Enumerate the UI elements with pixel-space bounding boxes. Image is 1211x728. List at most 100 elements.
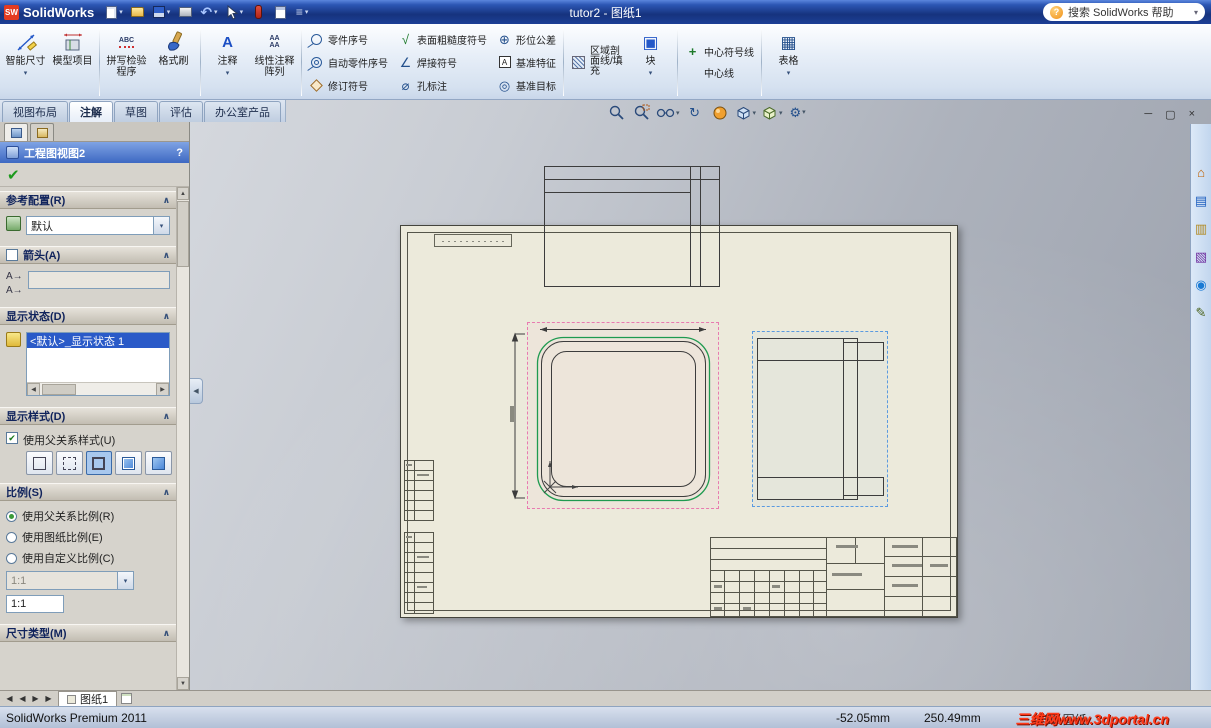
format-painter-button[interactable]: 格式刷 (150, 26, 197, 98)
zoom-area-button[interactable] (631, 103, 651, 122)
section-display-state[interactable]: 显示状态(D) ∧ (0, 307, 176, 325)
geometric-tolerance-button[interactable]: ⊕ 形位公差 (493, 28, 560, 51)
revision-symbol-button[interactable]: 修订符号 (305, 74, 392, 97)
resources-home-icon[interactable]: ⌂ (1193, 164, 1210, 181)
weld-symbol-button[interactable]: ∠ 焊接符号 (394, 51, 491, 74)
section-reference-configuration[interactable]: 参考配置(R) ∧ (0, 191, 176, 209)
edit-appearance-button[interactable] (710, 103, 730, 122)
rebuild-button[interactable] (249, 2, 267, 22)
spell-checker-button[interactable]: ABC 拼写检验程序 (103, 26, 150, 98)
auto-balloon-button[interactable]: 自动零件序号 (305, 51, 392, 74)
scrollbar-thumb[interactable] (42, 383, 76, 395)
help-icon[interactable]: ? (176, 147, 183, 159)
feature-manager-tab[interactable] (4, 123, 28, 141)
chevron-down-icon[interactable]: ▾ (153, 217, 169, 234)
datum-target-button[interactable]: ◎ 基准目标 (493, 74, 560, 97)
drawing-view-projected[interactable] (543, 165, 721, 288)
display-style-button[interactable]: ▾ (735, 103, 756, 122)
arrow-style-option[interactable]: A→ (6, 271, 23, 282)
linear-note-pattern-button[interactable]: AA AA 线性注释阵列 (251, 26, 298, 98)
hidden-lines-removed-button[interactable] (85, 451, 113, 475)
print-button[interactable] (176, 2, 194, 22)
zoom-fit-button[interactable] (606, 103, 626, 122)
tab-sketch[interactable]: 草图 (114, 101, 158, 122)
collapse-icon[interactable]: ∧ (163, 311, 170, 322)
balloon-button[interactable]: 零件序号 (305, 28, 392, 51)
scale-option-custom[interactable]: 使用自定义比例(C) (6, 550, 114, 566)
hole-callout-button[interactable]: ⌀ 孔标注 (394, 74, 491, 97)
next-sheet-button[interactable]: ▶ (29, 694, 42, 703)
new-document-button[interactable]: ▾ (104, 2, 125, 22)
block-button[interactable]: ▣ 块 ▾ (627, 26, 674, 98)
note-button[interactable]: A 注释 ▾ (204, 26, 251, 98)
property-manager-tab[interactable] (30, 123, 54, 141)
search-dropdown-icon[interactable]: ▾ (1194, 8, 1198, 17)
tab-view-layout[interactable]: 视图布局 (2, 101, 68, 122)
previous-sheet-button[interactable]: ◀ (16, 694, 29, 703)
panel-collapse-handle[interactable]: ◀ (190, 378, 203, 404)
horizontal-scrollbar[interactable]: ◀ ▶ (27, 382, 169, 395)
tab-office-products[interactable]: 办公室产品 (204, 101, 281, 122)
datum-feature-button[interactable]: A 基准特征 (493, 51, 560, 74)
display-state-selected-item[interactable]: <默认>_显示状态 1 (27, 333, 169, 348)
table-button[interactable]: ▦ 表格 ▾ (765, 26, 812, 98)
arrow-checkbox[interactable] (6, 249, 18, 261)
collapse-icon[interactable]: ∧ (163, 628, 170, 639)
design-library-icon[interactable]: ▤ (1193, 192, 1210, 209)
view-settings-button[interactable]: ⚙ ▾ (788, 103, 808, 122)
help-search-box[interactable]: ? 搜索 SolidWorks 帮助 ▾ (1043, 3, 1205, 21)
display-state-list[interactable]: <默认>_显示状态 1 ◀ ▶ (26, 332, 170, 396)
view-orientation-button[interactable]: ▾ (761, 103, 783, 122)
center-mark-button[interactable]: + 中心符号线 (681, 44, 758, 59)
custom-properties-icon[interactable]: ✎ (1193, 304, 1210, 321)
file-properties-button[interactable] (271, 2, 289, 22)
sheet-tab-active[interactable]: 图纸1 (58, 691, 118, 706)
parent-style-checkbox[interactable]: ✔ (6, 432, 18, 444)
tab-evaluate[interactable]: 评估 (159, 101, 203, 122)
section-display-style[interactable]: 显示样式(D) ∧ (0, 407, 176, 425)
refresh-view-button[interactable]: ↻ (685, 103, 705, 122)
save-button[interactable]: ▾ (151, 2, 173, 22)
scale-option-sheet[interactable]: 使用图纸比例(E) (6, 529, 103, 545)
file-explorer-icon[interactable]: ▥ (1193, 220, 1210, 237)
collapse-icon[interactable]: ∧ (163, 411, 170, 422)
drawing-view-side[interactable] (752, 331, 888, 507)
shaded-style-button[interactable] (145, 451, 172, 475)
custom-scale-field[interactable]: 1:1 (6, 595, 64, 613)
collapse-icon[interactable]: ∧ (163, 195, 170, 206)
tab-annotation[interactable]: 注解 (69, 101, 113, 122)
scale-combo[interactable]: 1:1 ▾ (6, 571, 134, 590)
drawing-view-front-selected[interactable] (527, 322, 719, 509)
radio-parent-scale[interactable] (6, 510, 17, 522)
configuration-select[interactable]: 默认 ▾ (26, 216, 170, 235)
close-button[interactable]: × (1189, 108, 1195, 121)
smart-dimension-button[interactable]: 智能尺寸 ▾ (2, 26, 49, 98)
hidden-lines-visible-button[interactable] (55, 451, 83, 475)
options-button[interactable]: ≡ ▾ (293, 2, 311, 22)
panel-scrollbar[interactable]: ▲ ▼ (176, 187, 189, 690)
area-hatch-button[interactable]: 区域剖面线/填充 (567, 47, 627, 77)
shaded-with-edges-button[interactable] (115, 451, 143, 475)
title-block[interactable] (710, 537, 957, 617)
surface-finish-button[interactable]: √ 表面粗糙度符号 (394, 28, 491, 51)
vertical-dimension[interactable] (505, 330, 525, 502)
collapse-icon[interactable]: ∧ (163, 487, 170, 498)
minimize-button[interactable]: ─ (1144, 108, 1152, 121)
radio-custom-scale[interactable] (6, 552, 17, 564)
scroll-up-button[interactable]: ▲ (177, 187, 189, 200)
last-sheet-button[interactable]: ▶ (42, 694, 55, 703)
view-palette-icon[interactable]: ▧ (1193, 248, 1210, 265)
sheet-note[interactable] (434, 234, 512, 247)
scroll-left-button[interactable]: ◀ (27, 382, 40, 395)
arrow-style-option[interactable]: A→ (6, 285, 23, 296)
scrollbar-thumb[interactable] (177, 201, 189, 267)
scale-option-parent[interactable]: 使用父关系比例(R) (6, 508, 114, 524)
hide-show-items-button[interactable]: ▾ (656, 103, 680, 122)
undo-button[interactable]: ↶ ▾ (198, 2, 219, 22)
appearances-icon[interactable]: ◉ (1193, 276, 1210, 293)
accept-check-button[interactable]: ✔ (7, 166, 20, 184)
scroll-down-button[interactable]: ▼ (177, 677, 189, 690)
wireframe-style-button[interactable] (26, 451, 53, 475)
scroll-right-button[interactable]: ▶ (156, 382, 169, 395)
select-button[interactable]: ▾ (224, 2, 246, 22)
